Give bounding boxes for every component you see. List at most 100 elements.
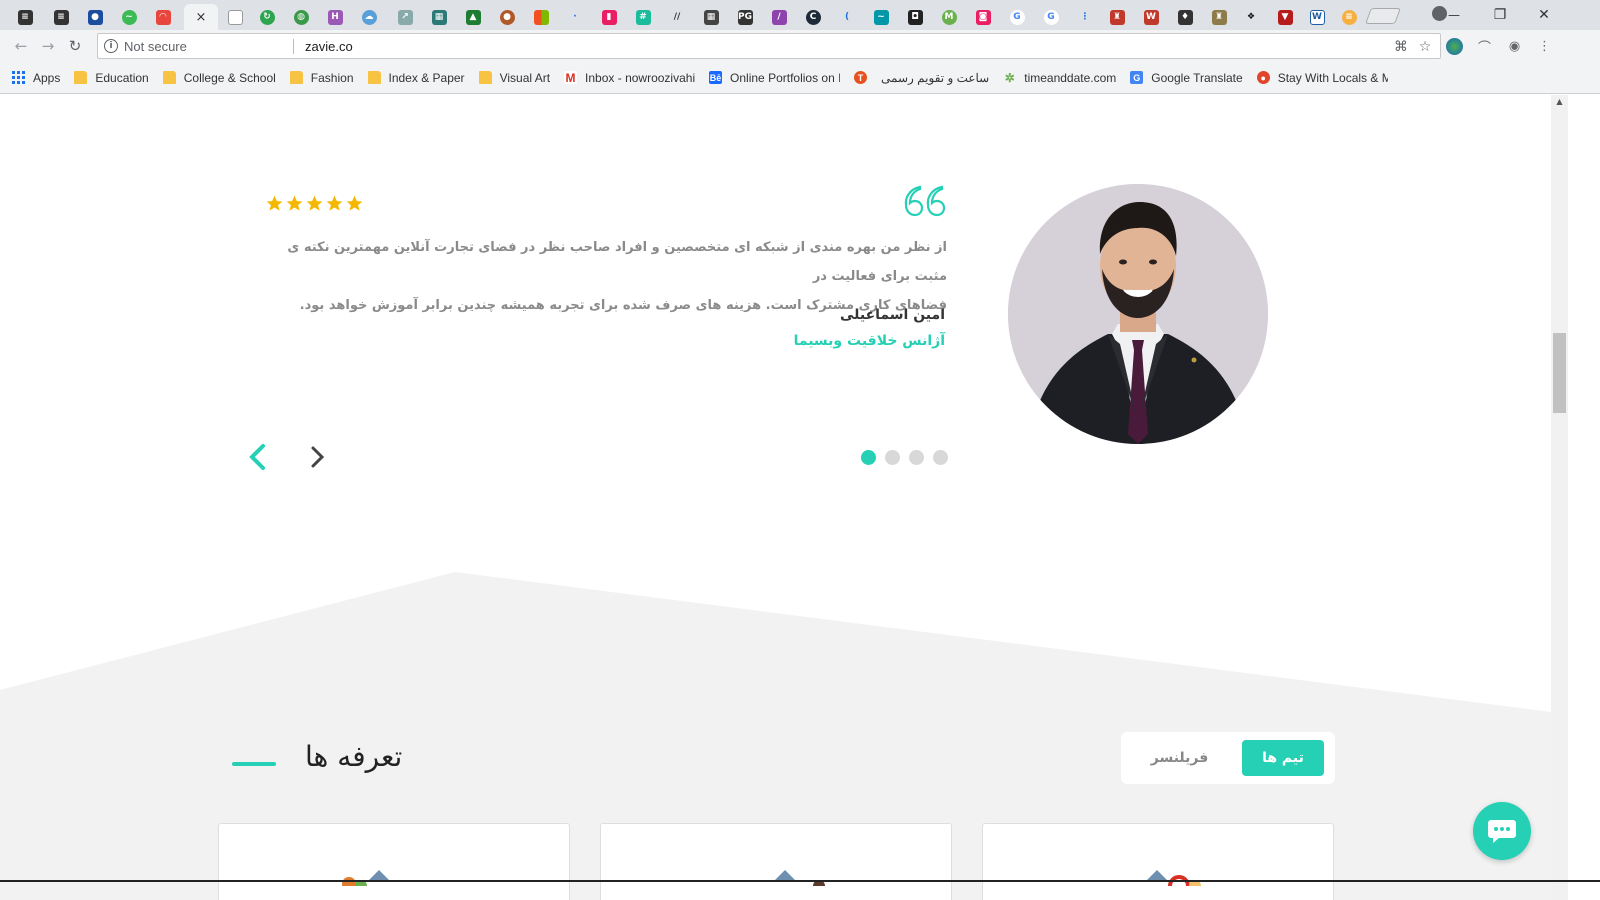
scroll-up-arrow-icon[interactable]: ▲ [1554,97,1565,108]
bookmark-apps[interactable]: Apps [12,71,60,85]
new-tab-button[interactable] [1365,8,1401,24]
globe-icon: ◍ [293,9,309,25]
tab-site-8[interactable]: ↻ [250,4,284,30]
slider-dot[interactable] [885,450,900,465]
slider-dot[interactable] [933,450,948,465]
bookmark-folder-education[interactable]: Education [74,70,149,85]
tab-site-24[interactable]: C [796,4,830,30]
tab-site-39[interactable]: W [1300,4,1334,30]
tab-site-27[interactable]: ◘ [898,4,932,30]
back-icon[interactable]: ← [10,36,32,56]
tab-site-32[interactable]: ⋮ [1068,4,1102,30]
extension-clip-icon[interactable]: ⌒ [1476,38,1493,56]
bookmark-t[interactable]: T [854,71,868,84]
star-icon[interactable]: ☆ [1416,38,1434,56]
scrollbar-thumb[interactable] [1553,333,1566,413]
bookmark-folder-fashion[interactable]: Fashion [289,71,354,85]
tab-site-16[interactable] [524,4,558,30]
page-scrollbar[interactable] [1551,95,1568,900]
maximize-button[interactable]: ❐ [1480,4,1520,26]
pricing-card[interactable] [600,823,952,900]
tab-site-25[interactable]: ( [830,4,864,30]
tab-site-40[interactable]: ≡ [1332,4,1366,30]
tab-site-28[interactable]: M [932,4,966,30]
tab-site-18[interactable]: ▮ [592,4,626,30]
tab-site-15[interactable]: ● [490,4,524,30]
bookmark-persian-calendar[interactable]: ساعت و تقویم رسمی [881,71,989,85]
tab-stacks-1[interactable]: ≡ [8,4,42,30]
bookmark-google-translate[interactable]: G Google Translate [1130,71,1243,85]
screenshot-icon[interactable]: ◉ [1506,38,1523,55]
sheet-icon: ≡ [1341,9,1357,25]
tab-site-4[interactable]: ~ [112,4,146,30]
tab-site-23[interactable]: / [762,4,796,30]
tab-site-3[interactable]: ● [78,4,112,30]
tab-site-29[interactable]: ◙ [966,4,1000,30]
pricing-card[interactable] [218,823,570,900]
window-bottom-edge [0,880,1600,882]
bookmark-folder-visual-art[interactable]: Visual Art [478,71,550,85]
bookmark-label: Apps [33,70,61,85]
tab-site-14[interactable]: ▲ [456,4,490,30]
url-text[interactable]: zavie.co [305,39,353,54]
tab-site-35[interactable]: ♦ [1168,4,1202,30]
tab-site-20[interactable]: // [660,4,694,30]
tab-site-13[interactable]: ▦ [422,4,456,30]
bookmark-couchsurfing[interactable]: ● Stay With Locals & M [1256,71,1388,85]
bookmark-behance[interactable]: Bē Online Portfolios on I [709,71,840,85]
tab-close-icon[interactable]: × [196,10,207,25]
slider-dot[interactable] [909,450,924,465]
close-window-button[interactable]: ✕ [1524,4,1564,26]
tab-site-36[interactable]: ♜ [1202,4,1236,30]
h-icon: H [327,9,343,25]
tab-site-21[interactable]: ▦ [694,4,728,30]
c-icon: C [805,9,821,25]
orange-t-icon: T [854,71,868,84]
tab-site-5[interactable]: ◠ [146,4,180,30]
tab-site-11[interactable]: ☁ [352,4,386,30]
forward-icon[interactable]: → [37,36,59,56]
tab-site-30[interactable]: G [1000,4,1034,30]
bookmark-label: Education [95,70,149,85]
tab-site-22[interactable]: PG [728,4,762,30]
tab-freelancer[interactable]: فریلنسر [1132,740,1227,776]
tab-site-12[interactable]: ↗ [388,4,422,30]
tab-site-37[interactable]: ❖ [1234,4,1268,30]
bookmark-folder-index[interactable]: Index & Paper [367,71,465,85]
refresh-green-icon: ↻ [259,9,275,25]
loading-icon: ⋮ [1080,12,1090,22]
tab-site-10[interactable]: H [318,4,352,30]
translate-icon[interactable]: ⌘ [1392,38,1410,56]
slider-dot[interactable] [861,450,876,465]
bookmark-label: College & School [183,70,276,85]
tab-site-17[interactable]: · [558,4,592,30]
pricing-card[interactable] [982,823,1334,900]
tab-site-9[interactable]: ◍ [284,4,318,30]
testimonial-author-company[interactable]: آژانس خلاقیت وبسیما [700,333,945,349]
bookmark-gmail[interactable]: M Inbox - nowroozivahi [564,71,695,85]
bookmark-folder-college[interactable]: College & School [162,70,276,85]
tab-site-34[interactable]: W [1134,4,1168,30]
tab-site-31[interactable]: G [1034,4,1068,30]
chat-button[interactable] [1473,802,1531,860]
tab-site-26[interactable]: ~ [864,4,898,30]
tab-site-38[interactable]: ▼ [1268,4,1302,30]
bookmark-label: ساعت و تقویم رسمی [881,70,990,85]
slider-prev-arrow-icon[interactable] [247,443,269,471]
info-icon[interactable]: i [104,39,118,53]
minimize-button[interactable]: — [1434,4,1474,26]
tab-teams[interactable]: تیم ها [1242,740,1324,776]
tab-stacks-2[interactable]: ≡ [44,4,78,30]
star-icon [286,195,303,211]
bookmark-timeanddate[interactable]: ✲ timeanddate.com [1003,71,1117,85]
tab-site-19[interactable]: # [626,4,660,30]
menu-icon[interactable]: ⋮ [1536,38,1553,55]
tab-site-7[interactable] [218,4,252,30]
tab-site-33[interactable]: ♜ [1100,4,1134,30]
extension-globe-icon[interactable] [1446,38,1463,55]
slider-next-arrow-icon[interactable] [307,443,329,471]
tab-active[interactable]: × [184,4,218,30]
address-bar[interactable]: i Not secure zavie.co ⌘ ☆ [97,33,1441,59]
star-icon [346,195,363,211]
reload-icon[interactable]: ↻ [64,36,86,56]
